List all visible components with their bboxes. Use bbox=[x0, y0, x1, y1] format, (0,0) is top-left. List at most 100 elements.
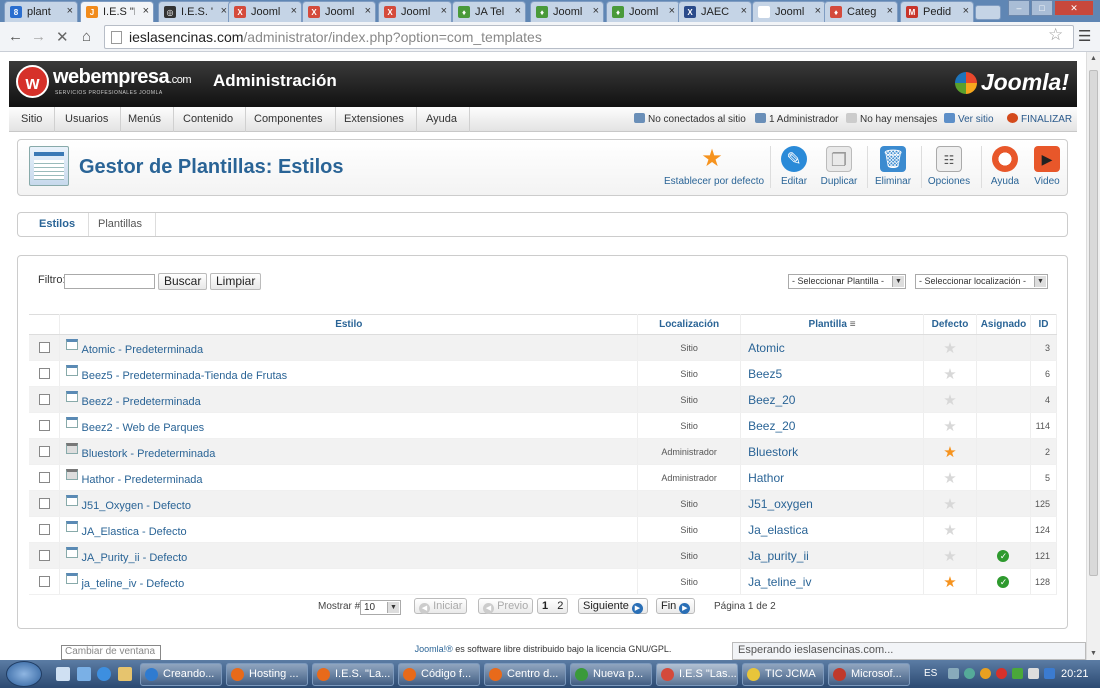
prev-button[interactable]: ◀ Previo bbox=[478, 598, 534, 614]
forward-icon[interactable]: → bbox=[31, 28, 46, 45]
joomla-link[interactable]: Joomla!® bbox=[415, 644, 453, 654]
scroll-down-icon[interactable]: ▼ bbox=[1090, 650, 1097, 657]
volume-icon[interactable] bbox=[1028, 668, 1039, 679]
set-default-button[interactable]: ★ Establecer por defecto bbox=[664, 146, 764, 194]
taskbar-task[interactable]: Microsof... bbox=[828, 663, 910, 686]
view-site-link[interactable]: Ver sitio bbox=[944, 107, 994, 132]
default-star-icon[interactable]: ★ bbox=[923, 334, 977, 361]
options-button[interactable]: ☷ Opciones bbox=[927, 146, 971, 194]
tab-close-icon[interactable]: × bbox=[963, 5, 969, 17]
folder-icon[interactable] bbox=[118, 667, 132, 681]
address-bar[interactable]: ieslasencinas.com/administrator/index.ph… bbox=[104, 25, 1074, 49]
start-button[interactable]: ◀ Iniciar bbox=[414, 598, 468, 614]
browser-tab[interactable]: ◎ I.E.S. " × bbox=[158, 1, 232, 22]
page-2-link[interactable]: 2 bbox=[557, 600, 563, 612]
edit-button[interactable]: ✎ Editar bbox=[776, 146, 812, 194]
show-desktop-icon[interactable] bbox=[56, 667, 70, 681]
default-star-icon[interactable]: ★ bbox=[923, 360, 977, 387]
tab-close-icon[interactable]: × bbox=[741, 5, 747, 17]
browser-tab[interactable]: J I.E.S "L × bbox=[80, 1, 154, 22]
menu-item-usuarios[interactable]: Usuarios bbox=[53, 107, 122, 132]
header-id[interactable]: ID bbox=[1030, 314, 1058, 335]
tray-app-icon-3[interactable] bbox=[1012, 668, 1023, 679]
taskbar-task[interactable]: I.E.S. "La... bbox=[312, 663, 394, 686]
taskbar-task[interactable]: TIC JCMA bbox=[742, 663, 824, 686]
menu-item-sitio[interactable]: Sitio bbox=[9, 107, 56, 132]
tab-close-icon[interactable]: × bbox=[815, 5, 821, 17]
row-checkbox[interactable] bbox=[38, 420, 50, 432]
network-icon[interactable] bbox=[964, 668, 975, 679]
explorer-icon[interactable] bbox=[77, 667, 91, 681]
style-link[interactable]: Beez2 - Web de Parques bbox=[81, 422, 204, 434]
template-link[interactable]: Ja_elastica bbox=[740, 516, 924, 543]
default-star-icon[interactable]: ★ bbox=[923, 568, 977, 595]
template-link[interactable]: Hathor bbox=[740, 464, 924, 491]
browser-tab[interactable]: ♦ Categ × bbox=[824, 1, 898, 22]
show-count-select[interactable]: 10 ▼ bbox=[360, 600, 401, 615]
style-link[interactable]: J51_Oxygen - Defecto bbox=[81, 500, 190, 512]
menu-item-ayuda[interactable]: Ayuda bbox=[414, 107, 470, 132]
row-checkbox[interactable] bbox=[38, 394, 50, 406]
menu-item-extensiones[interactable]: Extensiones bbox=[332, 107, 417, 132]
tab-close-icon[interactable]: × bbox=[143, 5, 149, 17]
start-button[interactable] bbox=[6, 661, 42, 687]
template-link[interactable]: Beez_20 bbox=[740, 412, 924, 439]
template-link[interactable]: Beez_20 bbox=[740, 386, 924, 413]
style-link[interactable]: Bluestork - Predeterminada bbox=[81, 448, 215, 460]
select-location-dropdown[interactable]: - Seleccionar localización - ▼ bbox=[915, 274, 1048, 289]
tab-close-icon[interactable]: × bbox=[67, 5, 73, 17]
tab-close-icon[interactable]: × bbox=[593, 5, 599, 17]
tab-close-icon[interactable]: × bbox=[669, 5, 675, 17]
tab-close-icon[interactable]: × bbox=[441, 5, 447, 17]
header-asignado[interactable]: Asignado bbox=[976, 314, 1031, 335]
template-link[interactable]: Ja_teline_iv bbox=[740, 568, 924, 595]
new-tab-button[interactable] bbox=[975, 5, 1001, 20]
end-button[interactable]: Fin ▶ bbox=[656, 598, 696, 614]
browser-menu-icon[interactable]: ☰ bbox=[1078, 27, 1092, 45]
header-localizacion[interactable]: Localización bbox=[637, 314, 742, 335]
menu-item-componentes[interactable]: Componentes bbox=[242, 107, 336, 132]
style-link[interactable]: ja_teline_iv - Defecto bbox=[81, 578, 184, 590]
row-checkbox[interactable] bbox=[38, 472, 50, 484]
tray-arrow-icon[interactable] bbox=[948, 668, 959, 679]
clear-button[interactable]: Limpiar bbox=[210, 273, 262, 290]
row-checkbox[interactable] bbox=[38, 342, 50, 354]
row-checkbox[interactable] bbox=[38, 368, 50, 380]
default-star-icon[interactable]: ★ bbox=[923, 438, 977, 465]
style-link[interactable]: JA_Purity_ii - Defecto bbox=[81, 552, 187, 564]
header-plantilla[interactable]: Plantilla ≡ bbox=[740, 314, 924, 335]
default-star-icon[interactable]: ★ bbox=[923, 464, 977, 491]
window-close-icon[interactable]: ✕ bbox=[1054, 0, 1094, 16]
menu-item-contenido[interactable]: Contenido bbox=[171, 107, 247, 132]
default-star-icon[interactable]: ★ bbox=[923, 516, 977, 543]
taskbar-task[interactable]: Hosting ... bbox=[226, 663, 308, 686]
search-button[interactable]: Buscar bbox=[158, 273, 208, 290]
internet-explorer-icon[interactable] bbox=[97, 667, 111, 681]
taskbar-task[interactable]: Centro d... bbox=[484, 663, 566, 686]
minimize-icon[interactable]: – bbox=[1008, 0, 1030, 16]
browser-tab[interactable]: X Jooml × bbox=[378, 1, 452, 22]
tab-close-icon[interactable]: × bbox=[887, 5, 893, 17]
browser-tab[interactable]: 8 plant × bbox=[4, 1, 78, 22]
taskbar-task[interactable]: Creando... bbox=[140, 663, 222, 686]
row-checkbox[interactable] bbox=[38, 446, 50, 458]
menu-item-menus[interactable]: Menús bbox=[116, 107, 175, 132]
header-estilo[interactable]: Estilo bbox=[59, 314, 639, 335]
scroll-up-icon[interactable]: ▲ bbox=[1090, 55, 1097, 62]
back-icon[interactable]: ← bbox=[8, 28, 23, 45]
style-link[interactable]: JA_Elastica - Defecto bbox=[81, 526, 186, 538]
taskbar-task[interactable]: Nueva p... bbox=[570, 663, 652, 686]
video-button[interactable]: ▶ Video bbox=[1031, 146, 1063, 194]
duplicate-button[interactable]: ❐ Duplicar bbox=[820, 146, 858, 194]
taskbar-task[interactable]: Código f... bbox=[398, 663, 480, 686]
default-star-icon[interactable]: ★ bbox=[923, 386, 977, 413]
delete-button[interactable]: 🗑 Eliminar bbox=[874, 146, 912, 194]
taskbar-task[interactable]: I.E.S "Las... bbox=[656, 663, 738, 686]
tray-app-icon[interactable] bbox=[980, 668, 991, 679]
template-link[interactable]: Bluestork bbox=[740, 438, 924, 465]
next-button[interactable]: Siguiente ▶ bbox=[578, 598, 648, 614]
logout-link[interactable]: FINALIZAR bbox=[1007, 107, 1072, 132]
browser-tab[interactable]: X Jooml × bbox=[228, 1, 302, 22]
tab-close-icon[interactable]: × bbox=[221, 5, 227, 17]
page-scrollbar[interactable]: ▲ ▼ bbox=[1086, 52, 1100, 660]
